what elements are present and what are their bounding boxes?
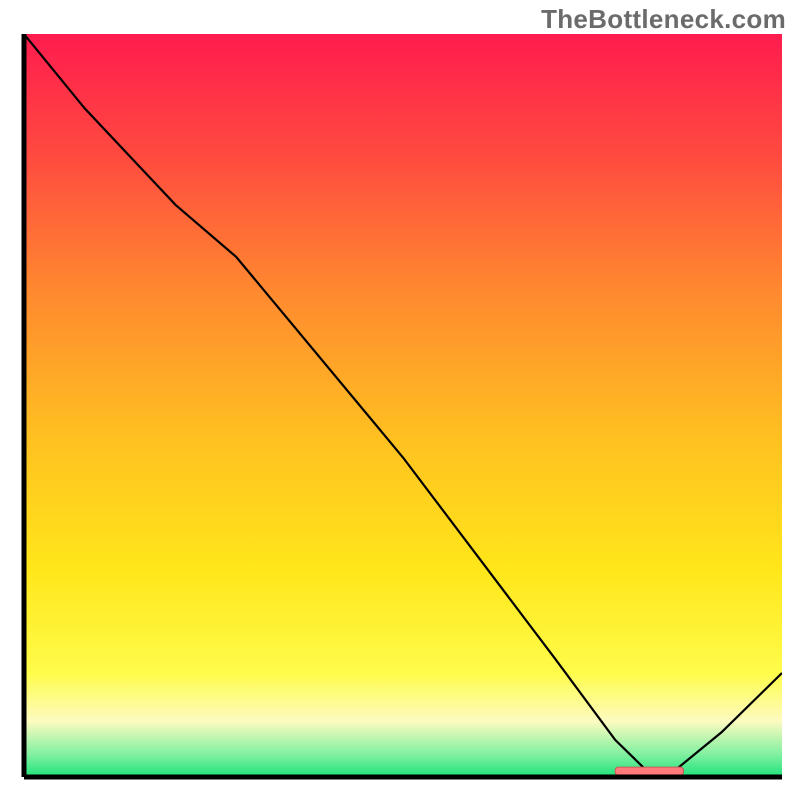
page-root: TheBottleneck.com	[0, 0, 800, 800]
watermark-text: TheBottleneck.com	[541, 4, 786, 35]
chart-container	[21, 34, 782, 780]
chart-axes	[21, 34, 782, 780]
